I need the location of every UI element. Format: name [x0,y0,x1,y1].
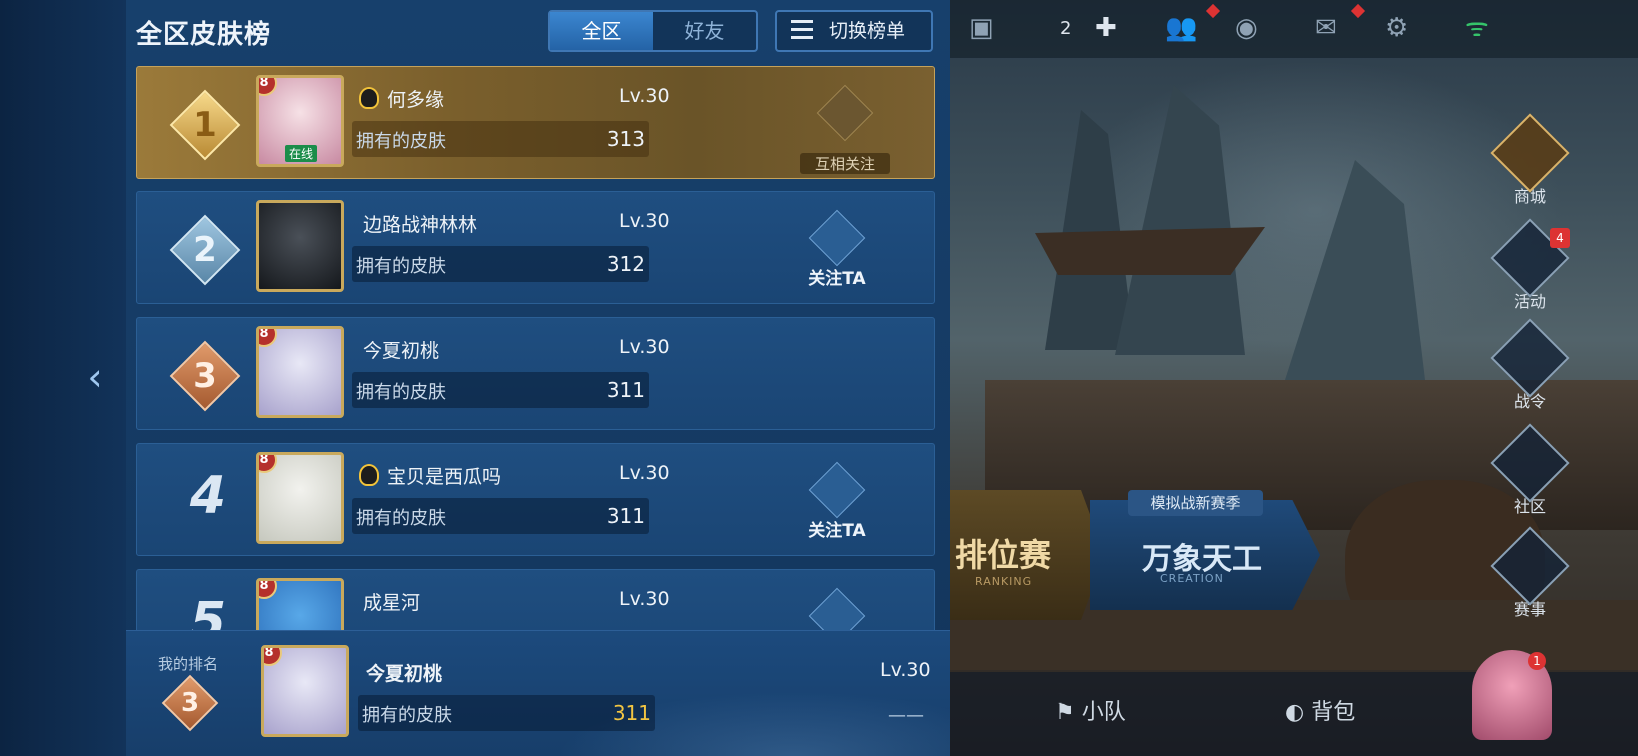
eye-icon[interactable]: ◉ [1235,12,1258,44]
player-name: 成星河 [363,592,421,614]
team-button[interactable]: ⚑ 小队 [1055,694,1126,726]
friends-icon[interactable]: 👥 [1165,12,1197,44]
add-user-icon [808,461,866,519]
top-status-bar: ▣ 2 ✚ 👥 ◉ ✉ ⚙ ᯤ [945,0,1638,58]
my-player-name: 今夏初桃 [366,663,443,685]
player-level: Lv.30 [619,588,670,610]
rank-3-badge-icon: 3 [167,338,243,414]
player-name: 宝贝是西瓜吗 [387,466,502,488]
community-icon [1490,423,1570,503]
mail-icon[interactable]: ✉ [1315,12,1337,44]
rank-1-badge-icon: 1 [167,87,243,163]
table-row[interactable]: 2 边路战神林林 Lv.30 拥有的皮肤 312 关注TA [136,191,935,304]
trophy-icon [1490,526,1570,606]
table-row[interactable]: 1 8 在线 何多缘 Lv.30 拥有的皮肤 313 互相关注 [136,66,935,179]
currency-count: 2 [1060,18,1072,39]
player-name: 边路战神林林 [363,214,478,236]
collapse-arrow-icon[interactable]: ‹ [80,355,110,399]
player-level: Lv.30 [619,462,670,484]
wifi-icon: ᯤ [1465,13,1489,43]
player-level: Lv.30 [619,210,670,232]
page-title: 全区皮肤榜 [136,20,272,50]
mutual-follow-button[interactable]: 互相关注 [800,84,890,174]
skin-count-bar: 拥有的皮肤 311 [352,372,649,408]
avatar-badge: 1 [1528,652,1546,670]
my-rank-label: 我的排名 [158,655,219,673]
mode-tag: 模拟战新赛季 [1128,490,1263,516]
skin-count-bar: 拥有的皮肤 313 [352,121,649,157]
avatar[interactable]: 8 [256,452,344,544]
follow-button[interactable]: 关注TA [797,461,877,541]
skin-count-bar: 拥有的皮肤 312 [352,246,649,282]
my-rank-badge-icon: 3 [160,673,220,733]
avatar[interactable] [256,200,344,292]
skin-count-bar: 拥有的皮肤 311 [352,498,649,534]
battle-pass-entry[interactable]: 战令 [1490,318,1570,412]
avatar[interactable]: 8 [261,645,349,737]
player-name: 何多缘 [387,89,445,111]
tab-all-region[interactable]: 全区 [550,12,653,50]
list-icon [791,20,813,40]
player-avatar[interactable]: 1 [1472,650,1552,740]
left-edge: ‹ [0,0,126,756]
tab-friends[interactable]: 好友 [653,12,756,50]
rank-number: 4 [189,466,227,526]
leaderboard-panel: 全区皮肤榜 全区 好友 切换榜单 1 8 在线 何多缘 Lv.30 拥有的皮肤 3… [126,0,950,756]
ranked-match-button[interactable]: 排位赛 RANKING [945,490,1105,620]
switch-leaderboard-button[interactable]: 切换榜单 [775,10,933,52]
avatar[interactable]: 8 在线 [256,75,344,167]
player-name: 今夏初桃 [363,340,440,362]
player-level: Lv.30 [619,336,670,358]
gear-icon[interactable]: ⚙ [1385,12,1408,44]
mutual-follow-icon [816,84,874,142]
community-entry[interactable]: 社区 [1490,423,1570,517]
add-user-icon [808,209,866,267]
creation-mode-button[interactable]: 万象天工 CREATION [1090,500,1320,610]
add-icon[interactable]: ✚ [1095,12,1117,44]
table-row[interactable]: 3 8 今夏初桃 Lv.30 拥有的皮肤 311 [136,317,935,430]
player-level: Lv.30 [619,85,670,107]
online-status: 在线 [285,145,318,162]
shop-entry[interactable]: 商城 [1490,113,1570,207]
card-icon[interactable]: ▣ [969,12,994,44]
my-rank-bar: 我的排名 3 8 今夏初桃 Lv.30 拥有的皮肤 311 —— [126,630,950,756]
follow-button[interactable]: 关注TA [797,209,877,289]
shop-icon [1490,113,1570,193]
my-player-level: Lv.30 [880,659,931,681]
scope-tabs: 全区 好友 [548,10,758,52]
activity-badge: 4 [1550,228,1570,248]
my-skin-count-bar: 拥有的皮肤 311 [358,695,655,731]
battle-pass-icon [1490,318,1570,398]
rank-2-badge-icon: 2 [167,212,243,288]
my-rank-extra: —— [888,705,924,726]
qq-icon [359,464,379,486]
avatar[interactable]: 8 [256,326,344,418]
table-row[interactable]: 4 8 宝贝是西瓜吗 Lv.30 拥有的皮肤 311 关注TA [136,443,935,556]
bag-button[interactable]: ◐ 背包 [1285,694,1355,726]
events-entry[interactable]: 赛事 [1490,526,1570,620]
qq-icon [359,87,379,109]
